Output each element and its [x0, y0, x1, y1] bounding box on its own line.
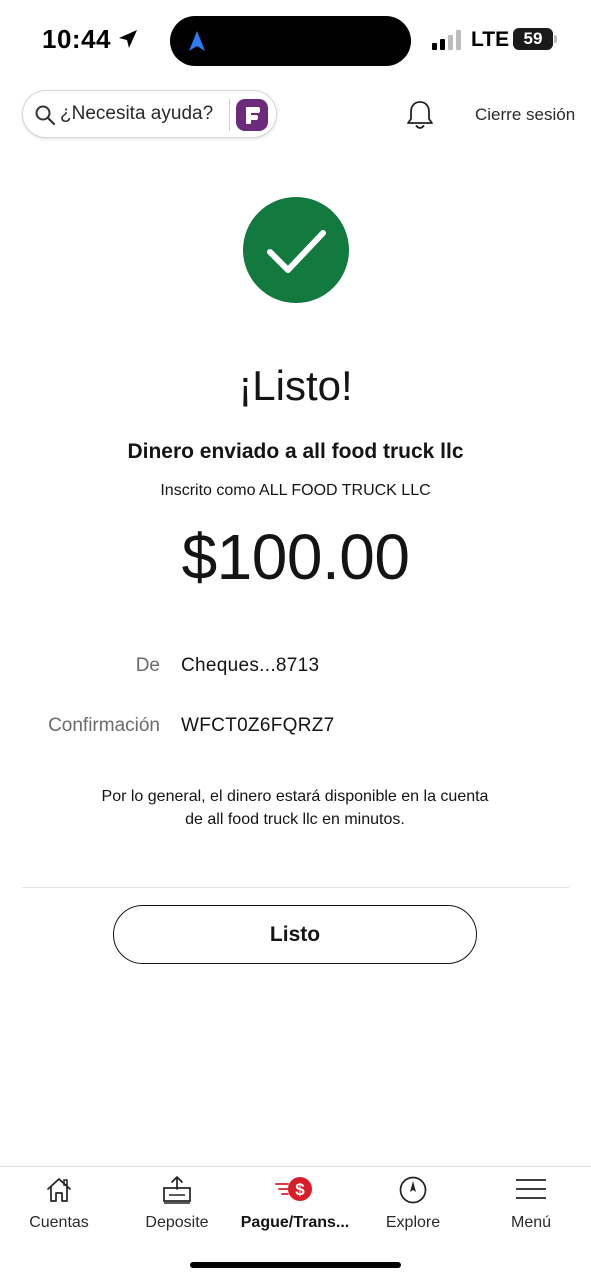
availability-notice: Por lo general, el dinero estará disponi… — [101, 788, 489, 828]
home-indicator[interactable] — [190, 1262, 401, 1268]
content-divider — [22, 887, 569, 888]
nav-item-pay-transfer[interactable]: $ Pague/Trans... — [236, 1167, 354, 1247]
success-check-icon — [243, 197, 349, 303]
nav-item-deposit[interactable]: Deposite — [118, 1167, 236, 1247]
nav-item-accounts[interactable]: Cuentas — [0, 1167, 118, 1247]
nav-label: Cuentas — [29, 1214, 89, 1231]
nav-label: Explore — [385, 1214, 441, 1231]
divider — [229, 99, 230, 131]
transfer-amount: $100.00 — [181, 521, 410, 593]
status-time: 10:44 — [42, 24, 111, 54]
home-icon — [47, 1178, 71, 1202]
deposit-icon — [163, 1176, 191, 1204]
nav-item-explore[interactable]: Explore — [354, 1167, 472, 1247]
nav-label: Menú — [510, 1214, 552, 1231]
cellular-signal-icon — [432, 30, 461, 50]
done-button[interactable]: Listo — [113, 905, 477, 964]
search-icon — [35, 105, 56, 126]
page-title: ¡Listo! — [238, 362, 353, 409]
nav-label: Pague/Trans... — [240, 1214, 350, 1231]
navigation-app-icon — [189, 31, 205, 51]
confirmation-number: WFCT0Z6FQRZ7 — [181, 715, 335, 736]
dynamic-island — [170, 16, 411, 66]
network-type: LTE — [471, 28, 510, 51]
battery-icon: 59 — [513, 28, 553, 50]
status-bar: 10:44 LTE 59 — [0, 0, 591, 80]
svg-text:$: $ — [295, 1180, 305, 1199]
bell-icon[interactable] — [404, 98, 436, 132]
battery-tip — [554, 35, 557, 43]
recipient-heading: Dinero enviado a all food truck llc — [127, 440, 464, 463]
hamburger-menu-icon — [516, 1179, 546, 1199]
logout-link[interactable]: Cierre sesión — [475, 105, 575, 125]
fargo-assistant-icon[interactable] — [236, 99, 268, 131]
help-prompt: ¿Necesita ayuda? — [60, 103, 214, 124]
compass-icon — [399, 1176, 427, 1204]
enrolled-as: Inscrito como ALL FOOD TRUCK LLC — [160, 482, 431, 499]
from-account: Cheques...8713 — [181, 655, 320, 676]
help-search-bar[interactable]: ¿Necesita ayuda? — [22, 90, 277, 138]
nav-item-menu[interactable]: Menú — [472, 1167, 590, 1247]
pay-transfer-icon: $ — [275, 1177, 312, 1201]
location-arrow-icon — [119, 30, 137, 48]
nav-label: Deposite — [145, 1214, 209, 1231]
confirmation-label: Confirmación — [48, 715, 160, 736]
from-label: De — [135, 655, 160, 676]
